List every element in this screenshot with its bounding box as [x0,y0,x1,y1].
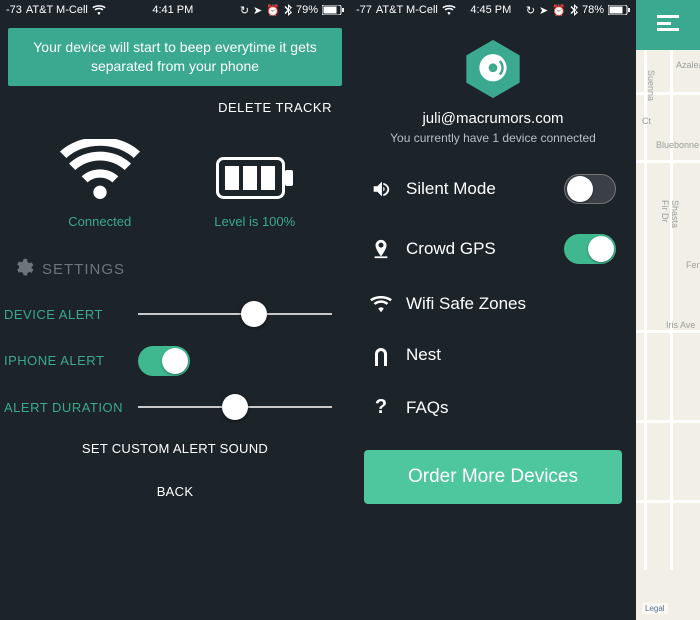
carrier-label: AT&T M-Cell [376,4,438,16]
silent-mode-row[interactable]: Silent Mode [350,159,636,219]
status-bar: -77 AT&T M-Cell 4:45 PM ↻ ➤ ⏰ 78% [350,0,636,20]
wifi-safe-zones-row[interactable]: Wifi Safe Zones [350,279,636,329]
carrier-label: AT&T M-Cell [26,4,88,16]
connection-status: Connected [68,214,131,229]
device-alert-slider[interactable] [138,313,332,315]
location-icon: ➤ [539,4,548,17]
battery-pct: 79% [296,4,318,16]
location-icon: ➤ [253,4,262,17]
device-alert-row: DEVICE ALERT [0,295,350,334]
location-pin-icon [370,238,392,260]
alert-duration-row: ALERT DURATION [0,388,350,427]
nest-icon [370,344,392,366]
trackr-logo [350,20,636,100]
clock: 4:41 PM [152,4,193,16]
battery-level: Level is 100% [214,214,295,229]
speaker-icon [370,178,392,200]
clock: 4:45 PM [470,4,511,16]
menu-screen: -77 AT&T M-Cell 4:45 PM ↻ ➤ ⏰ 78% [350,0,700,620]
gear-icon [12,257,34,283]
street-label: Suenna [646,70,656,101]
battery-icon [216,157,294,204]
set-custom-sound-button[interactable]: SET CUSTOM ALERT SOUND [0,427,350,470]
device-alert-label: DEVICE ALERT [4,307,124,322]
bluetooth-icon [284,4,292,16]
street-label: Iris Ave [666,320,695,330]
account-email: juli@macrumors.com [350,110,636,127]
iphone-alert-label: IPHONE ALERT [4,353,124,368]
refresh-icon: ↻ [526,4,535,17]
map-sliver[interactable]: Azalea Suenna Ct Bluebonne Shasta Fir Dr… [636,0,700,620]
wifi-safe-label: Wifi Safe Zones [406,294,616,314]
alert-duration-slider[interactable] [138,406,332,408]
wifi-icon [55,139,145,204]
wifi-icon [370,295,392,313]
settings-header: SETTINGS [0,239,350,295]
crowd-gps-label: Crowd GPS [406,239,550,259]
silent-mode-label: Silent Mode [406,179,550,199]
alarm-icon: ⏰ [552,4,566,17]
street-label: Shasta Fir Dr [660,200,680,228]
street-label: Ct [642,116,651,126]
faqs-label: FAQs [406,398,616,418]
street-label: Ferro [686,260,700,270]
alert-duration-label: ALERT DURATION [4,400,124,415]
street-label: Bluebonne [656,140,699,150]
silent-mode-toggle[interactable] [564,174,616,204]
iphone-alert-row: IPHONE ALERT [0,334,350,388]
signal-strength: -77 [356,4,372,16]
nest-row[interactable]: Nest [350,329,636,381]
crowd-gps-toggle[interactable] [564,234,616,264]
back-button[interactable]: BACK [0,470,350,513]
map-legal[interactable]: Legal [642,603,668,614]
refresh-icon: ↻ [240,4,249,17]
order-devices-button[interactable]: Order More Devices [364,450,622,504]
wifi-icon [92,5,106,15]
question-icon: ? [370,396,392,419]
separation-alert-banner: Your device will start to beep everytime… [8,28,342,86]
wifi-icon [442,5,456,15]
menu-icon[interactable] [657,15,679,36]
map-topbar [636,0,700,50]
crowd-gps-row[interactable]: Crowd GPS [350,219,636,279]
street-label: Azalea [676,60,700,70]
faqs-row[interactable]: ? FAQs [350,381,636,434]
alarm-icon: ⏰ [266,4,280,17]
settings-screen: -73 AT&T M-Cell 4:41 PM ↻ ➤ ⏰ 79% Yo [0,0,350,620]
bluetooth-icon [570,4,578,16]
iphone-alert-toggle[interactable] [138,346,190,376]
signal-strength: -73 [6,4,22,16]
battery-pct: 78% [582,4,604,16]
delete-trackr-button[interactable]: DELETE TRACKR [0,94,350,117]
status-bar: -73 AT&T M-Cell 4:41 PM ↻ ➤ ⏰ 79% [0,0,350,20]
settings-label: SETTINGS [42,261,125,278]
battery-icon [322,5,344,15]
nest-label: Nest [406,345,616,365]
device-count: You currently have 1 device connected [350,131,636,145]
battery-icon [608,5,630,15]
